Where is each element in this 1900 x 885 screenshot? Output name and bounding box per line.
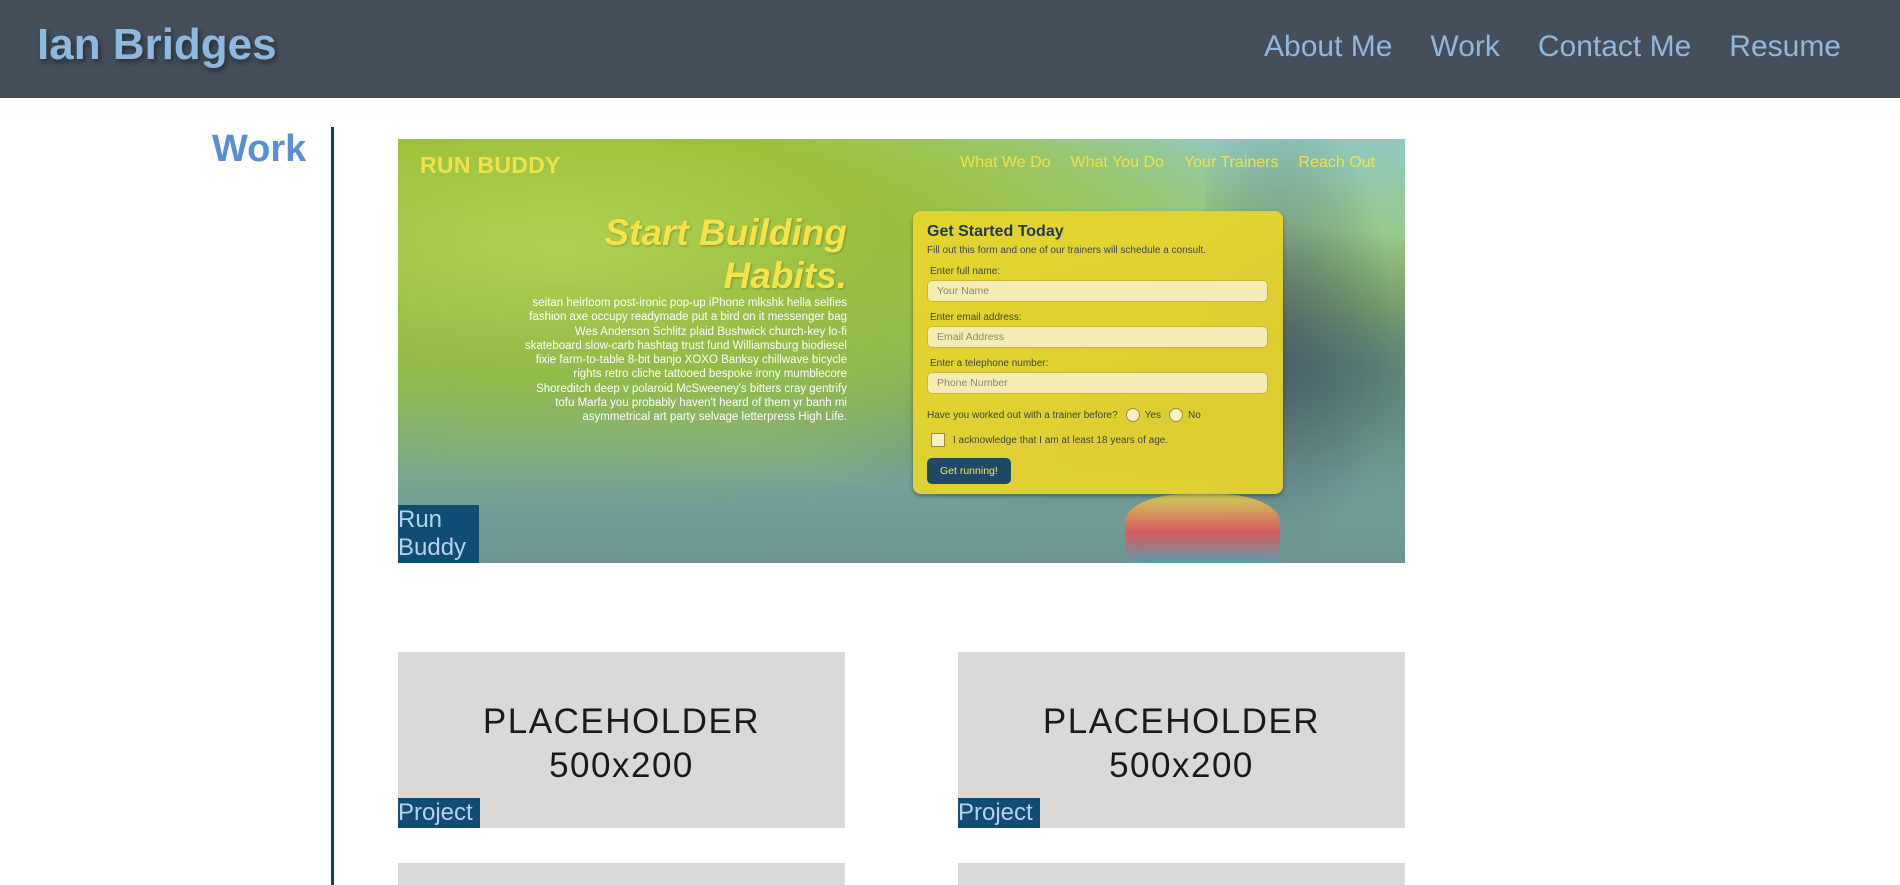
form-subtitle: Fill out this form and one of our traine… (927, 245, 1207, 256)
site-header: Ian Bridges About Me Work Contact Me Res… (0, 0, 1900, 98)
trainer-question-text: Have you worked out with a trainer befor… (927, 409, 1118, 421)
section-divider (331, 127, 334, 885)
phone-field: Phone Number (927, 372, 1268, 394)
placeholder-line-1: PLACEHOLDER (482, 702, 761, 741)
runner-shoe-image (1125, 494, 1280, 563)
project-card[interactable]: PLACEHOLDER 500x200 Project (398, 652, 845, 828)
email-label: Enter email address: (930, 312, 1022, 323)
nav-link-about-me[interactable]: About Me (1264, 30, 1392, 64)
run-buddy-nav-item: Reach Out (1298, 154, 1375, 171)
brand-name[interactable]: Ian Bridges (37, 20, 277, 70)
project-label[interactable]: Project (958, 798, 1040, 828)
age-checkbox (931, 433, 945, 447)
project-label[interactable]: Project (398, 798, 480, 828)
radio-yes (1125, 408, 1140, 422)
run-buddy-signup-form: Get Started Today Fill out this form and… (913, 211, 1283, 494)
project-card[interactable]: PLACEHOLDER 500x200 Project (958, 652, 1405, 828)
run-buddy-headline: Start Building Habits. (604, 211, 847, 297)
form-title: Get Started Today (927, 223, 1064, 240)
email-field: Email Address (927, 326, 1268, 348)
placeholder-line-2: 500x200 (549, 746, 694, 785)
placeholder-image-text: PLACEHOLDER 500x200 (958, 700, 1405, 788)
phone-label: Enter a telephone number: (930, 358, 1049, 369)
featured-project-label[interactable]: Run Buddy (398, 505, 479, 563)
nav-link-resume[interactable]: Resume (1729, 30, 1841, 64)
name-label: Enter full name: (930, 266, 1001, 277)
placeholder-image-text: PLACEHOLDER 500x200 (398, 700, 845, 788)
placeholder-line-2: 500x200 (1109, 746, 1254, 785)
run-buddy-nav-item: Your Trainers (1183, 154, 1279, 171)
run-buddy-logo: RUN BUDDY (420, 152, 561, 178)
age-checkbox-label: I acknowledge that I am at least 18 year… (953, 434, 1169, 446)
project-card-partial[interactable] (958, 863, 1405, 885)
placeholder-line-1: PLACEHOLDER (1042, 702, 1321, 741)
run-buddy-nav: What We Do What You Do Your Trainers Rea… (960, 154, 1375, 172)
name-field: Your Name (927, 280, 1268, 302)
trainer-question: Have you worked out with a trainer befor… (927, 408, 1269, 422)
main-nav: About Me Work Contact Me Resume (1264, 30, 1841, 64)
headline-line-1: Start Building (604, 212, 847, 253)
run-buddy-nav-item: What You Do (1070, 154, 1164, 171)
radio-no (1169, 408, 1183, 422)
project-card-partial[interactable] (398, 863, 845, 885)
run-buddy-nav-item: What We Do (960, 154, 1051, 171)
get-running-button: Get running! (927, 458, 1011, 484)
radio-no-label: No (1188, 409, 1201, 421)
nav-link-work[interactable]: Work (1430, 30, 1499, 64)
age-acknowledgement: I acknowledge that I am at least 18 year… (927, 433, 1269, 447)
featured-project-card[interactable]: RUN BUDDY What We Do What You Do Your Tr… (398, 139, 1405, 563)
nav-link-contact-me[interactable]: Contact Me (1538, 30, 1691, 64)
work-section-title: Work (212, 128, 307, 170)
run-buddy-body-text: seitan heirloom post-ironic pop-up iPhon… (524, 297, 847, 424)
radio-yes-label: Yes (1144, 409, 1161, 421)
featured-project-label-text: Run Buddy (398, 506, 467, 561)
headline-line-2: Habits. (723, 255, 847, 296)
